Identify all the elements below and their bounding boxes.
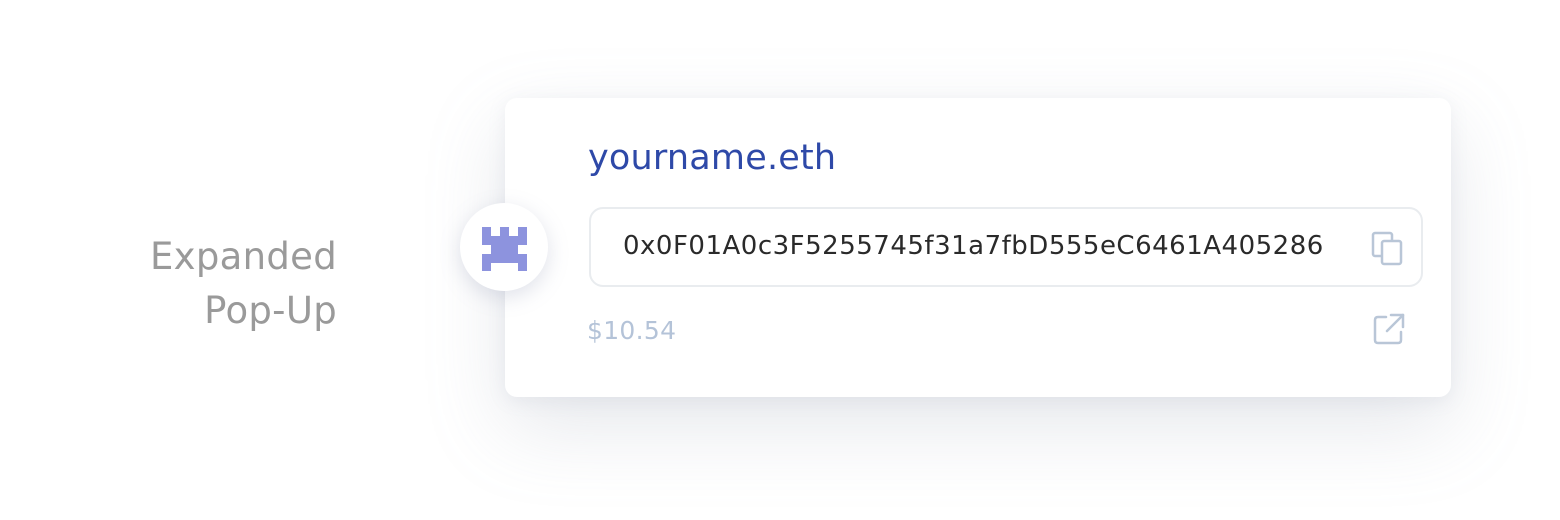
- wallet-balance: $10.54: [587, 316, 677, 345]
- side-label-line-1: Expanded: [149, 235, 337, 278]
- side-label: Expanded Pop-Up: [77, 230, 337, 338]
- copy-icon[interactable]: [1371, 231, 1405, 267]
- identicon-pattern: [482, 227, 527, 271]
- external-link-icon[interactable]: [1372, 312, 1406, 346]
- side-label-line-2: Pop-Up: [204, 289, 337, 332]
- wallet-address[interactable]: 0x0F01A0c3F5255745f31a7fbD555eC6461A4052…: [623, 231, 1324, 261]
- identicon-avatar: [460, 203, 548, 291]
- address-field[interactable]: 0x0F01A0c3F5255745f31a7fbD555eC6461A4052…: [589, 207, 1423, 287]
- address-popup: yourname.eth 0x0F01A0c3F5255745f31a7fbD5…: [505, 98, 1451, 397]
- ens-name[interactable]: yourname.eth: [588, 138, 836, 178]
